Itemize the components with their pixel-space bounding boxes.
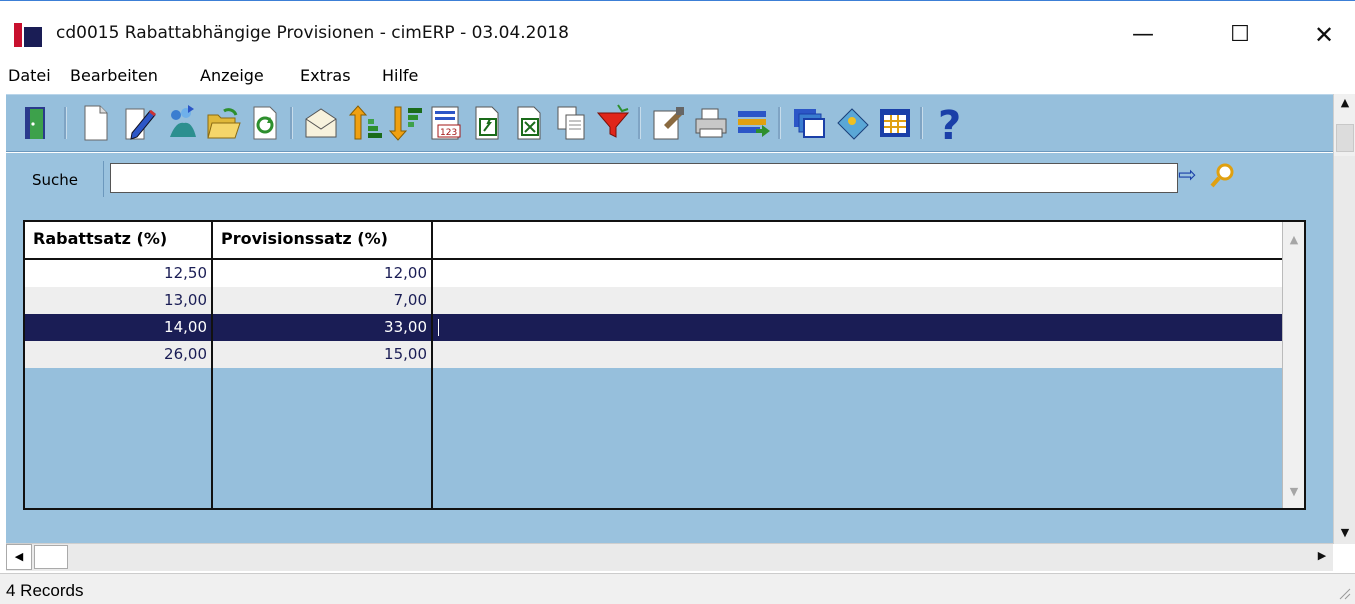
- cell-provisionssatz[interactable]: 12,00: [213, 260, 431, 287]
- title-bar: cd0015 Rabattabhängige Provisionen - cim…: [0, 0, 1355, 62]
- grid-view-icon[interactable]: [876, 103, 914, 143]
- column-header-provisionssatz[interactable]: Provisionssatz (%): [213, 222, 433, 258]
- new-document-icon[interactable]: [76, 103, 114, 143]
- svg-text:123: 123: [440, 128, 457, 138]
- app-logo-icon: [14, 23, 42, 47]
- main-panel: Suche ⇨ Rabattsatz (%) Provisionssatz (%…: [6, 153, 1333, 543]
- column-header-rabattsatz[interactable]: Rabattsatz (%): [25, 222, 213, 258]
- scroll-thumb[interactable]: [1336, 124, 1354, 152]
- maximize-button[interactable]: ☐: [1212, 15, 1268, 55]
- cell-provisionssatz[interactable]: 7,00: [213, 287, 431, 314]
- cell-provisionssatz[interactable]: 33,00: [213, 314, 431, 341]
- menu-bar: Datei Bearbeiten Anzeige Extras Hilfe: [0, 62, 1355, 92]
- table-row[interactable]: 26,00 15,00: [25, 341, 1282, 368]
- exit-door-icon[interactable]: [16, 103, 54, 143]
- transfer-icon[interactable]: [734, 103, 772, 143]
- hscroll-thumb[interactable]: [34, 545, 68, 569]
- help-icon[interactable]: ?: [932, 103, 970, 149]
- grid-body: 12,50 12,00 13,00 7,00 14,00 33,00 26,00…: [25, 260, 1282, 508]
- menu-extras[interactable]: Extras: [300, 66, 351, 85]
- data-grid: Rabattsatz (%) Provisionssatz (%) 12,50 …: [23, 220, 1306, 510]
- menu-bearbeiten[interactable]: Bearbeiten: [70, 66, 158, 85]
- toolbar: 123 ?: [6, 94, 1333, 152]
- table-row[interactable]: 13,00 7,00: [25, 287, 1282, 314]
- properties-icon[interactable]: [650, 103, 688, 143]
- grid-scroll-down-icon[interactable]: ▼: [1283, 482, 1305, 502]
- grid-header: Rabattsatz (%) Provisionssatz (%): [25, 222, 1282, 260]
- number-format-icon[interactable]: 123: [426, 103, 464, 143]
- cell-provisionssatz[interactable]: 15,00: [213, 341, 431, 368]
- sort-descending-icon[interactable]: [386, 103, 424, 143]
- column-divider: [211, 260, 213, 508]
- close-button[interactable]: ✕: [1296, 15, 1352, 55]
- table-row-selected[interactable]: 14,00 33,00: [25, 314, 1282, 341]
- bookmark-icon[interactable]: [834, 103, 872, 143]
- menu-datei[interactable]: Datei: [8, 66, 51, 85]
- window-title: cd0015 Rabattabhängige Provisionen - cim…: [56, 23, 569, 43]
- windows-icon[interactable]: [790, 103, 828, 143]
- text-caret: [438, 319, 439, 336]
- cell-rabattsatz[interactable]: 26,00: [25, 341, 211, 368]
- search-magnifier-icon[interactable]: [1208, 161, 1236, 191]
- grid-scroll-up-icon[interactable]: ▲: [1283, 230, 1305, 250]
- copy-record-icon[interactable]: [162, 103, 200, 143]
- filter-icon[interactable]: [594, 103, 632, 143]
- record-count: 4 Records: [6, 581, 84, 600]
- print-icon[interactable]: [692, 103, 730, 143]
- minimize-button[interactable]: —: [1115, 15, 1171, 55]
- refresh-icon[interactable]: [246, 103, 284, 143]
- menu-anzeige[interactable]: Anzeige: [200, 66, 264, 85]
- horizontal-scrollbar[interactable]: ◀ ▶: [6, 543, 1333, 571]
- table-row[interactable]: 12,50 12,00: [25, 260, 1282, 287]
- resize-grip-icon[interactable]: [1337, 586, 1351, 600]
- window-vertical-scrollbar[interactable]: ▲ ▼: [1333, 94, 1355, 544]
- excel-export-icon[interactable]: [510, 103, 548, 143]
- scroll-left-icon[interactable]: ◀: [6, 544, 32, 570]
- export-icon[interactable]: [468, 103, 506, 143]
- sort-ascending-icon[interactable]: [346, 103, 384, 143]
- grid-vertical-scrollbar[interactable]: ▲ ▼: [1282, 222, 1304, 508]
- edit-pencil-icon[interactable]: [120, 103, 158, 143]
- svg-text:?: ?: [938, 103, 961, 143]
- scroll-down-icon[interactable]: ▼: [1334, 524, 1355, 544]
- column-divider: [431, 260, 433, 508]
- cell-rabattsatz[interactable]: 13,00: [25, 287, 211, 314]
- cell-rabattsatz[interactable]: 12,50: [25, 260, 211, 287]
- status-bar: 4 Records: [0, 573, 1355, 604]
- cell-rabattsatz[interactable]: 14,00: [25, 314, 211, 341]
- search-input[interactable]: [110, 163, 1178, 193]
- menu-hilfe[interactable]: Hilfe: [382, 66, 418, 85]
- search-go-arrow-icon[interactable]: ⇨: [1178, 163, 1202, 191]
- open-folder-icon[interactable]: [204, 103, 242, 143]
- scroll-right-icon[interactable]: ▶: [1311, 544, 1333, 570]
- search-label: Suche: [32, 171, 79, 189]
- email-icon[interactable]: [302, 103, 340, 143]
- copy-icon[interactable]: [552, 103, 590, 143]
